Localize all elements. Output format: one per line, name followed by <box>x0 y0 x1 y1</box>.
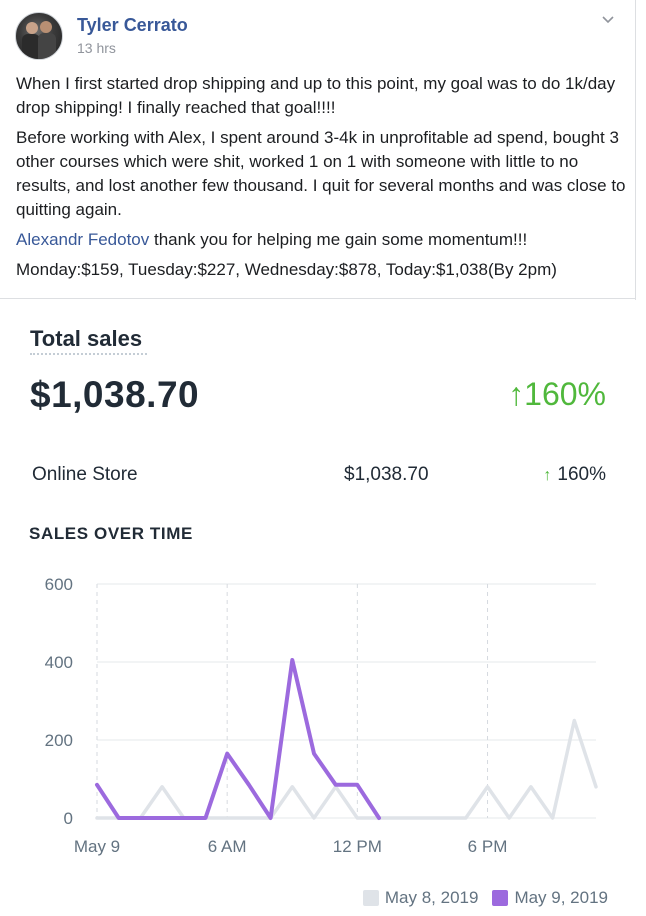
author-avatar[interactable] <box>15 12 63 60</box>
post-header: Tyler Cerrato 13 hrs <box>15 12 615 64</box>
y-tick-label: 200 <box>45 731 73 750</box>
sales-screenshot[interactable]: Total sales $1,038.70 ↑160% Online Store… <box>0 300 636 916</box>
legend-label: May 9, 2019 <box>514 888 608 907</box>
title-underline <box>30 353 147 355</box>
total-sales-change: ↑160% <box>508 376 606 413</box>
legend-swatch <box>492 890 509 906</box>
legend-swatch <box>362 890 379 906</box>
channel-label: Online Store <box>32 464 138 485</box>
series-line-may-9 <box>95 658 381 820</box>
avatar-figure-body <box>38 33 56 59</box>
post-timestamp[interactable]: 13 hrs <box>77 40 116 56</box>
total-sales-title: Total sales <box>30 326 143 351</box>
total-sales-value: $1,038.70 <box>30 374 200 415</box>
x-tick-label: 12 PM <box>333 837 382 856</box>
channel-change: ↑ 160% <box>543 464 606 486</box>
legend-item: May 8, 2019 <box>362 888 479 908</box>
series-line-may-8 <box>95 718 598 820</box>
post-divider <box>0 298 636 299</box>
x-tick-label: 6 AM <box>208 837 247 856</box>
y-tick-label: 0 <box>64 809 73 828</box>
avatar-figure-head <box>40 21 52 33</box>
chevron-down-icon[interactable] <box>601 12 615 26</box>
y-tick-label: 600 <box>45 575 73 594</box>
channel-value: $1,038.70 <box>344 464 429 485</box>
total-sales-change-value: 160% <box>524 376 606 412</box>
mention-link[interactable]: Alexandr Fedotov <box>16 230 149 249</box>
legend-item: May 9, 2019 <box>492 888 608 908</box>
arrow-up-icon: ↑ <box>543 467 552 484</box>
sales-over-time-title: SALES OVER TIME <box>29 524 193 543</box>
author-name[interactable]: Tyler Cerrato <box>77 15 188 36</box>
avatar-figure-head <box>26 22 38 34</box>
post-paragraph: Before working with Alex, I spent around… <box>16 128 626 219</box>
x-tick-label: May 9 <box>74 837 120 856</box>
legend-label: May 8, 2019 <box>384 888 479 907</box>
post-paragraph: When I first started drop shipping and u… <box>16 74 616 117</box>
facebook-post: Tyler Cerrato 13 hrs When I first starte… <box>0 0 646 916</box>
channel-change-value: 160% <box>557 464 606 485</box>
post-paragraph: Monday:$159, Tuesday:$227, Wednesday:$87… <box>16 260 557 279</box>
x-tick-label: 6 PM <box>468 837 508 856</box>
mention-text: thank you for helping me gain some momen… <box>149 230 528 249</box>
post-body: When I first started drop shipping and u… <box>16 72 626 288</box>
y-tick-label: 400 <box>45 653 73 672</box>
post-paragraph-mention: Alexandr Fedotov thank you for helping m… <box>16 228 626 252</box>
chart-legend: May 8, 2019 May 9, 2019 <box>349 888 608 908</box>
arrow-up-icon: ↑ <box>508 376 525 412</box>
sales-over-time-chart: 0 200 400 600 May 9 6 AM 12 PM 6 PM <box>45 575 598 856</box>
